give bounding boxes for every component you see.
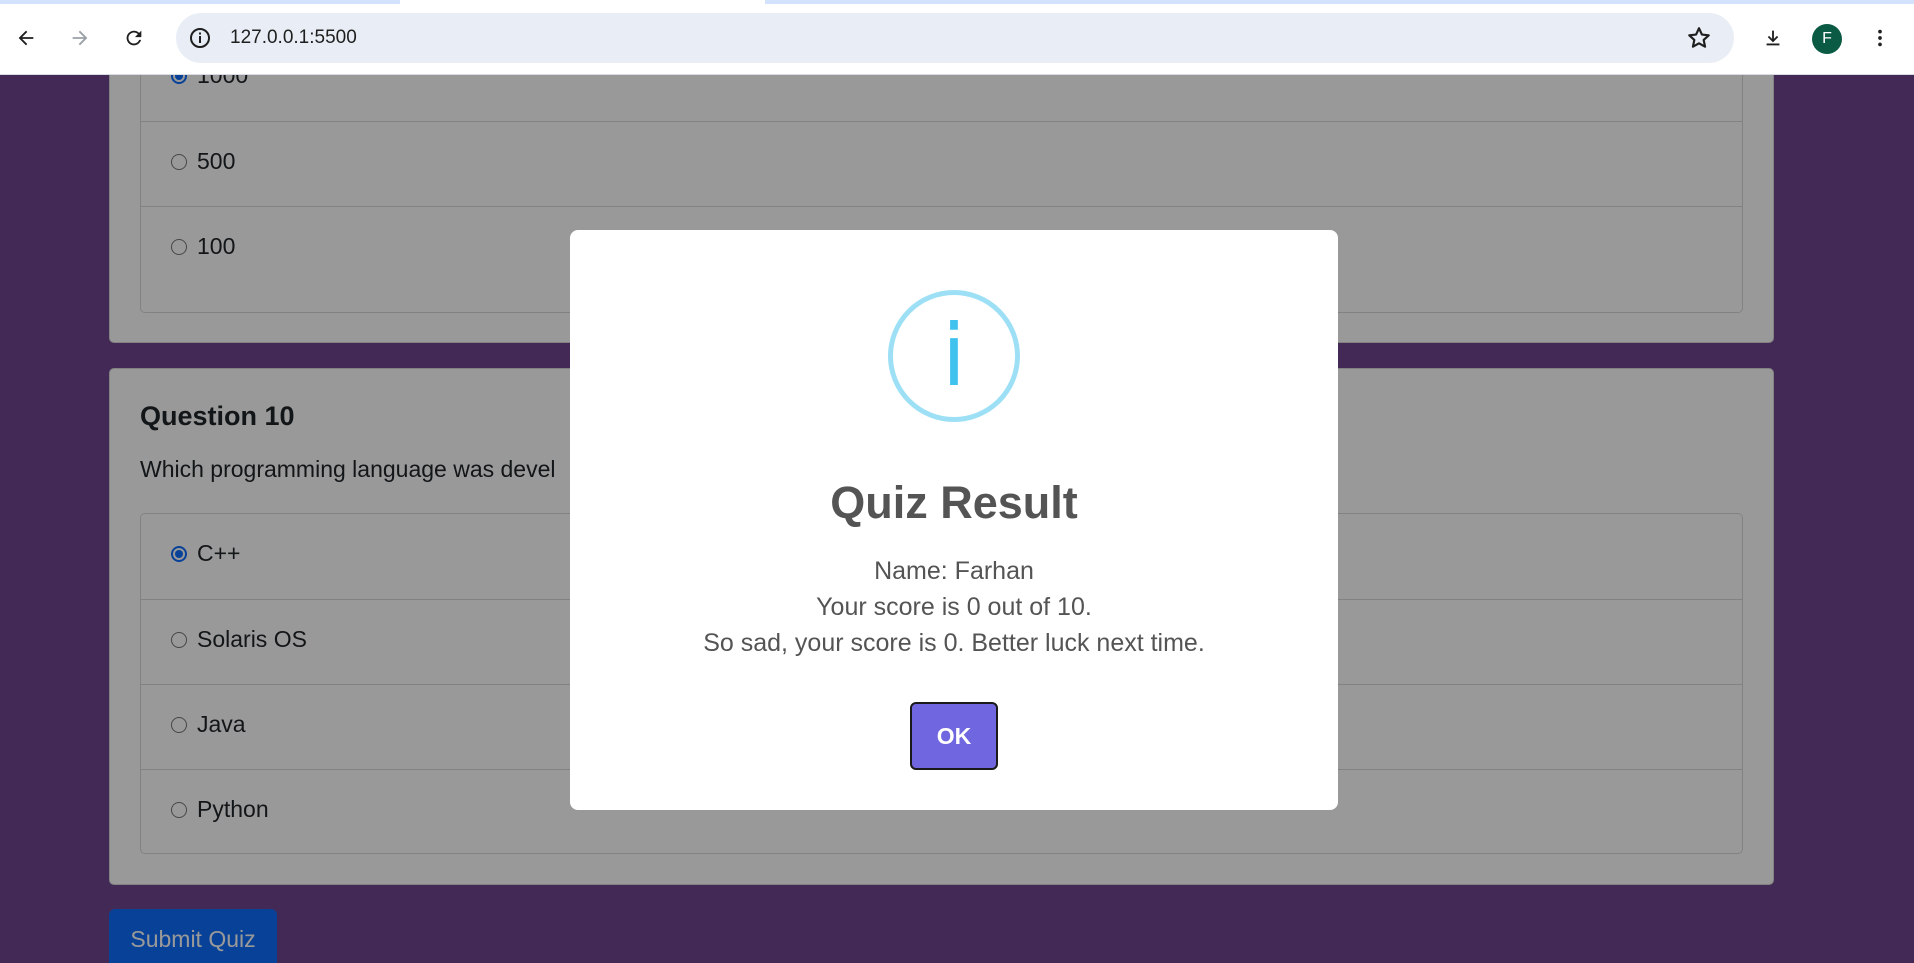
forward-button[interactable]	[62, 20, 98, 56]
download-button[interactable]	[1755, 20, 1791, 56]
back-button[interactable]	[8, 20, 44, 56]
site-info-icon[interactable]	[188, 26, 212, 50]
info-icon: i	[888, 290, 1020, 422]
browser-toolbar: 127.0.0.1:5500 F	[0, 0, 1914, 75]
quiz-result-dialog: i Quiz Result Name: Farhan Your score is…	[570, 230, 1338, 810]
result-name: Name: Farhan	[874, 557, 1034, 585]
ok-button[interactable]: OK	[910, 702, 998, 770]
more-menu-icon	[1878, 29, 1882, 47]
address-bar[interactable]: 127.0.0.1:5500	[176, 13, 1734, 63]
url-text[interactable]: 127.0.0.1:5500	[230, 27, 357, 49]
reload-button[interactable]	[116, 20, 152, 56]
tab-strip-segment	[765, 0, 1914, 4]
info-icon-glyph: i	[942, 306, 966, 406]
bookmark-star-icon[interactable]	[1686, 25, 1712, 51]
profile-avatar[interactable]: F	[1812, 24, 1842, 54]
forward-icon	[72, 30, 88, 46]
result-score: Your score is 0 out of 10.	[816, 593, 1092, 621]
dialog-title: Quiz Result	[830, 477, 1078, 528]
page-content: 1000 500 100 Question 10 Which programmi…	[0, 75, 1914, 963]
result-message: So sad, your score is 0. Better luck nex…	[703, 629, 1205, 657]
download-icon	[1766, 30, 1780, 46]
back-icon	[18, 30, 34, 46]
reload-icon	[126, 30, 142, 46]
more-menu-button[interactable]	[1862, 20, 1898, 56]
tab-strip-segment	[0, 0, 400, 4]
tab-strip	[0, 0, 1914, 4]
